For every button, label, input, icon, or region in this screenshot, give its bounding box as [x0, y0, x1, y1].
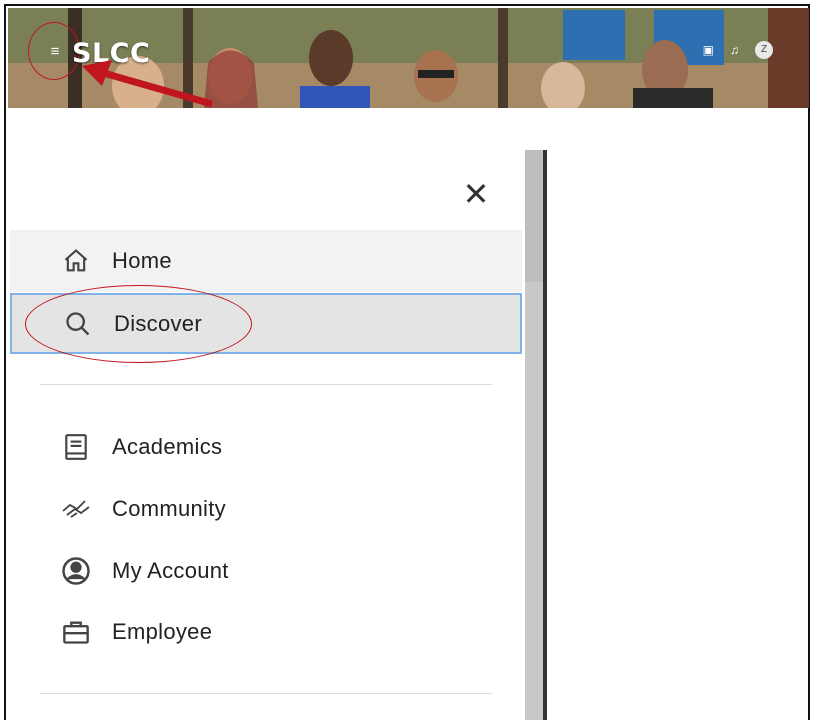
- close-icon[interactable]: ✕: [462, 178, 490, 210]
- menu-divider: [40, 384, 492, 385]
- briefcase-icon: [60, 616, 92, 648]
- menu-divider: [40, 693, 492, 694]
- menu-item-label: Community: [112, 496, 226, 521]
- menu-item-label: Academics: [112, 434, 223, 459]
- menu-item-label: Home: [112, 248, 172, 273]
- scrollbar-thumb[interactable]: [525, 150, 545, 282]
- handshake-icon: [60, 493, 92, 525]
- menu-item-label: My Account: [112, 558, 229, 583]
- scrollbar-edge: [543, 150, 547, 720]
- menu-item-employee[interactable]: Employee: [10, 601, 522, 663]
- home-icon: [60, 245, 92, 277]
- book-icon: [60, 431, 92, 463]
- menu-item-academics[interactable]: Academics: [10, 416, 522, 478]
- menu-item-label: Employee: [112, 619, 213, 644]
- account-circle-icon: [60, 555, 92, 587]
- menu-item-my-account[interactable]: My Account: [10, 540, 522, 602]
- navigation-drawer: ✕ Home Discover Academics Community My A…: [10, 150, 525, 720]
- annotation-ellipse: [25, 285, 252, 363]
- menu-item-community[interactable]: Community: [10, 478, 522, 540]
- menu-item-home[interactable]: Home: [10, 230, 522, 292]
